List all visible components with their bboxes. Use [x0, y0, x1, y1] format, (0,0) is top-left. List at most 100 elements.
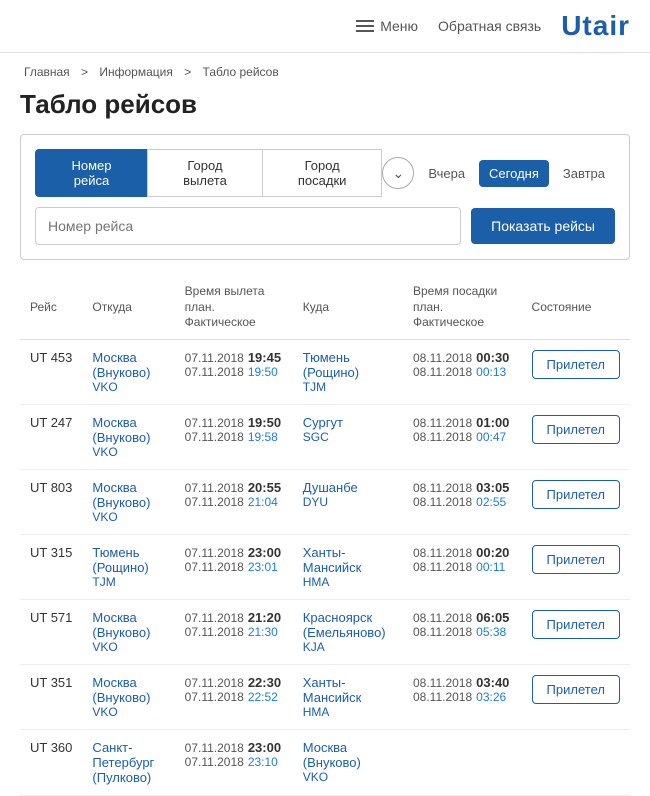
arr-time-actual: 08.11.2018 00:47: [413, 430, 512, 444]
flight-number: UT 351: [30, 675, 72, 690]
date-arrow-prev[interactable]: ⌄: [382, 157, 414, 189]
cell-dep-time: 07.11.2018 20:55 07.11.2018 21:04: [175, 469, 293, 534]
to-code: HMA: [303, 575, 393, 589]
cell-status: Прилетел: [522, 404, 630, 469]
arr-time-actual: 08.11.2018 00:13: [413, 365, 512, 379]
status-button[interactable]: Прилетел: [532, 545, 620, 574]
dep-time-actual: 07.11.2018 22:52: [185, 690, 283, 704]
cell-status: Прилетел: [522, 664, 630, 729]
arr-time-plan: 08.11.2018 00:20: [413, 545, 512, 560]
from-city: Москва (Внуково): [92, 415, 164, 445]
to-city: Ханты-Мансийск: [303, 675, 393, 705]
breadcrumb-sep2: >: [184, 65, 194, 79]
to-city: Москва (Внуково): [303, 740, 393, 770]
flight-number: UT 453: [30, 350, 72, 365]
to-code: HMA: [303, 705, 393, 719]
date-tomorrow[interactable]: Завтра: [553, 160, 615, 187]
th-status: Состояние: [522, 276, 630, 339]
cell-to: Ханты-МансийскHMA: [293, 534, 403, 599]
from-city: Москва (Внуково): [92, 480, 164, 510]
from-code: VKO: [92, 445, 164, 459]
cell-from: Санкт-Петербург (Пулково): [82, 729, 174, 795]
cell-status: [522, 729, 630, 795]
date-today[interactable]: Сегодня: [479, 160, 549, 187]
search-button[interactable]: Показать рейсы: [471, 208, 615, 244]
cell-dep-time: 07.11.2018 22:30 07.11.2018 22:52: [175, 664, 293, 729]
cell-arr-time: 08.11.2018 06:05 08.11.2018 05:38: [403, 599, 522, 664]
to-code: SGC: [303, 430, 393, 444]
arr-time-actual: 08.11.2018 02:55: [413, 495, 512, 509]
arr-time-actual: 08.11.2018 03:26: [413, 690, 512, 704]
arr-time-plan: 08.11.2018 03:05: [413, 480, 512, 495]
table-row: UT 247Москва (Внуково)VKO 07.11.2018 19:…: [20, 404, 630, 469]
th-from: Откуда: [82, 276, 174, 339]
flights-table-container: Рейс Откуда Время вылета план.Фактическо…: [0, 276, 650, 796]
search-row: Показать рейсы: [35, 207, 615, 245]
cell-dep-time: 07.11.2018 19:45 07.11.2018 19:50: [175, 339, 293, 404]
dep-time-actual: 07.11.2018 23:10: [185, 755, 283, 769]
cell-dep-time: 07.11.2018 23:00 07.11.2018 23:01: [175, 534, 293, 599]
table-header-row: Рейс Откуда Время вылета план.Фактическо…: [20, 276, 630, 339]
cell-to: Тюмень (Рощино)TJM: [293, 339, 403, 404]
from-code: VKO: [92, 380, 164, 394]
feedback-link[interactable]: Обратная связь: [438, 18, 541, 34]
from-city: Москва (Внуково): [92, 610, 164, 640]
cell-flight: UT 351: [20, 664, 82, 729]
to-city: Сургут: [303, 415, 393, 430]
breadcrumb-home[interactable]: Главная: [24, 65, 70, 79]
from-code: VKO: [92, 640, 164, 654]
from-code: VKO: [92, 510, 164, 524]
arr-time-plan: 08.11.2018 03:40: [413, 675, 512, 690]
status-button[interactable]: Прилетел: [532, 480, 620, 509]
arr-time-actual: 08.11.2018 05:38: [413, 625, 512, 639]
arr-time-plan: 08.11.2018 06:05: [413, 610, 512, 625]
cell-flight: UT 571: [20, 599, 82, 664]
tab-arrival-city[interactable]: Город посадки: [262, 149, 382, 197]
to-city: Красноярск (Емельяново): [303, 610, 393, 640]
dep-time-actual: 07.11.2018 21:30: [185, 625, 283, 639]
cell-dep-time: 07.11.2018 23:00 07.11.2018 23:10: [175, 729, 293, 795]
dep-time-plan: 07.11.2018 23:00: [185, 545, 283, 560]
cell-to: Москва (Внуково)VKO: [293, 729, 403, 795]
header-nav: Меню Обратная связь: [356, 18, 541, 34]
status-button[interactable]: Прилетел: [532, 675, 620, 704]
tab-departure-city[interactable]: Город вылета: [147, 149, 262, 197]
breadcrumb-current: Табло рейсов: [203, 65, 279, 79]
cell-arr-time: 08.11.2018 00:30 08.11.2018 00:13: [403, 339, 522, 404]
table-row: UT 571 Москва (Внуково)VKO 07.11.2018 21:…: [20, 599, 630, 664]
th-flight: Рейс: [20, 276, 82, 339]
cell-from: Москва (Внуково)VKO: [82, 469, 174, 534]
dep-time-plan: 07.11.2018 20:55: [185, 480, 283, 495]
cell-dep-time: 07.11.2018 19:50 07.11.2018 19:58: [175, 404, 293, 469]
status-button[interactable]: Прилетел: [532, 350, 620, 379]
tab-flight-number[interactable]: Номер рейса: [35, 149, 147, 197]
table-row: UT 351 Москва (Внуково)VKO 07.11.2018 22:…: [20, 664, 630, 729]
table-row: UT 360Санкт-Петербург (Пулково) 07.11.20…: [20, 729, 630, 795]
th-dep-time: Время вылета план.Фактическое: [175, 276, 293, 339]
cell-flight: UT 453: [20, 339, 82, 404]
from-code: TJM: [92, 575, 164, 589]
status-button[interactable]: Прилетел: [532, 415, 620, 444]
cell-to: ДушанбеDYU: [293, 469, 403, 534]
from-city: Москва (Внуково): [92, 675, 164, 705]
from-code: VKO: [92, 705, 164, 719]
from-city: Санкт-Петербург (Пулково): [92, 740, 164, 785]
date-yesterday[interactable]: Вчера: [418, 160, 475, 187]
to-code: TJM: [303, 380, 393, 394]
logo: Utair: [561, 10, 630, 42]
to-code: DYU: [303, 495, 393, 509]
from-city: Тюмень (Рощино): [92, 545, 164, 575]
search-input[interactable]: [35, 207, 461, 245]
status-button[interactable]: Прилетел: [532, 610, 620, 639]
from-city: Москва (Внуково): [92, 350, 164, 380]
table-row: UT 803Москва (Внуково)VKO 07.11.2018 20:…: [20, 469, 630, 534]
flight-number: UT 571: [30, 610, 72, 625]
cell-status: Прилетел: [522, 534, 630, 599]
th-arr-time: Время посадки план.Фактическое: [403, 276, 522, 339]
breadcrumb-info[interactable]: Информация: [99, 65, 172, 79]
flights-table: Рейс Откуда Время вылета план.Фактическо…: [20, 276, 630, 796]
to-city: Душанбе: [303, 480, 393, 495]
menu-button[interactable]: Меню: [356, 18, 418, 34]
cell-from: Москва (Внуково)VKO: [82, 599, 174, 664]
menu-label: Меню: [380, 18, 418, 34]
